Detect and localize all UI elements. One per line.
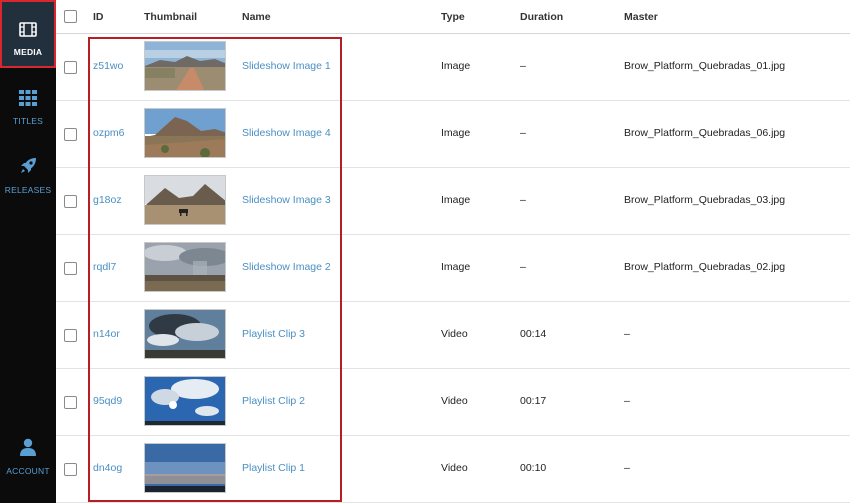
media-master: Brow_Platform_Quebradas_03.jpg [624,194,786,206]
thumbnail-image[interactable] [144,309,226,359]
media-type: Image [441,261,471,273]
media-name-link[interactable]: Slideshow Image 4 [242,127,331,139]
media-master: – [624,328,630,340]
media-master: Brow_Platform_Quebradas_02.jpg [624,261,786,273]
media-duration: – [520,127,526,139]
column-header-type[interactable]: Type [441,11,465,23]
media-id-link[interactable]: z51wo [93,60,123,72]
sidebar-item-label: MEDIA [13,47,43,57]
thumbnail-image[interactable] [144,376,226,426]
grid-icon [19,90,37,111]
media-id-link[interactable]: 95qd9 [93,395,122,407]
media-name-link[interactable]: Slideshow Image 1 [242,60,331,72]
column-header-master[interactable]: Master [624,11,658,23]
sidebar-item-account[interactable]: ACCOUNT [0,438,56,478]
row-checkbox[interactable] [64,262,77,275]
thumbnail-image[interactable] [144,41,226,91]
table-row[interactable]: z51wo Slideshow Image 1 Image – Brow_Pla… [56,34,850,101]
media-master: Brow_Platform_Quebradas_01.jpg [624,60,786,72]
row-checkbox[interactable] [64,329,77,342]
media-master: Brow_Platform_Quebradas_06.jpg [624,127,786,139]
table-row[interactable]: g18oz Slideshow Image 3 Image – Brow_Pla… [56,168,850,235]
media-duration: 00:17 [520,395,547,407]
media-id-link[interactable]: g18oz [93,194,122,206]
sidebar-item-media[interactable]: MEDIA [0,0,56,68]
sidebar-item-titles[interactable]: TITLES [0,90,56,130]
table-row[interactable]: n14or Playlist Clip 3 Video 00:14 – [56,302,850,369]
column-header-name[interactable]: Name [242,11,271,23]
row-checkbox[interactable] [64,128,77,141]
rocket-icon [19,157,37,180]
media-type: Image [441,194,471,206]
sidebar-item-releases[interactable]: RELEASES [0,157,56,197]
media-name-link[interactable]: Slideshow Image 2 [242,261,331,273]
row-checkbox[interactable] [64,463,77,476]
media-type: Image [441,127,471,139]
film-icon [19,22,37,42]
table-row[interactable]: rqdl7 Slideshow Image 2 Image – Brow_Pla… [56,235,850,302]
media-duration: 00:14 [520,328,547,340]
row-checkbox[interactable] [64,61,77,74]
column-header-duration[interactable]: Duration [520,11,563,23]
media-id-link[interactable]: dn4og [93,462,122,474]
media-type: Video [441,462,468,474]
sidebar-item-label: ACCOUNT [6,466,50,476]
table-row[interactable]: ozpm6 Slideshow Image 4 Image – Brow_Pla… [56,101,850,168]
media-name-link[interactable]: Playlist Clip 2 [242,395,305,407]
thumbnail-image[interactable] [144,443,226,493]
column-header-thumbnail[interactable]: Thumbnail [144,11,197,23]
media-duration: – [520,194,526,206]
row-checkbox[interactable] [64,396,77,409]
media-type: Video [441,395,468,407]
table-row[interactable]: dn4og Playlist Clip 1 Video 00:10 – [56,436,850,503]
media-master: – [624,395,630,407]
table-row[interactable]: 95qd9 Playlist Clip 2 Video 00:17 – [56,369,850,436]
media-name-link[interactable]: Slideshow Image 3 [242,194,331,206]
user-icon [20,438,36,461]
media-id-link[interactable]: rqdl7 [93,261,116,273]
media-duration: – [520,60,526,72]
media-duration: 00:10 [520,462,547,474]
media-id-link[interactable]: n14or [93,328,120,340]
sidebar-item-label: TITLES [12,116,43,126]
sidebar-item-label: RELEASES [4,185,52,195]
thumbnail-image[interactable] [144,242,226,292]
select-all-checkbox[interactable] [64,10,77,23]
media-type: Image [441,60,471,72]
row-checkbox[interactable] [64,195,77,208]
table-header: ID Thumbnail Name Type Duration Master [56,0,850,34]
media-name-link[interactable]: Playlist Clip 3 [242,328,305,340]
media-master: – [624,462,630,474]
media-type: Video [441,328,468,340]
column-header-id[interactable]: ID [93,11,104,23]
media-duration: – [520,261,526,273]
media-id-link[interactable]: ozpm6 [93,127,125,139]
media-name-link[interactable]: Playlist Clip 1 [242,462,305,474]
sidebar: MEDIA TITLES RELEASES ACCOUNT [0,0,56,503]
thumbnail-image[interactable] [144,175,226,225]
thumbnail-image[interactable] [144,108,226,158]
